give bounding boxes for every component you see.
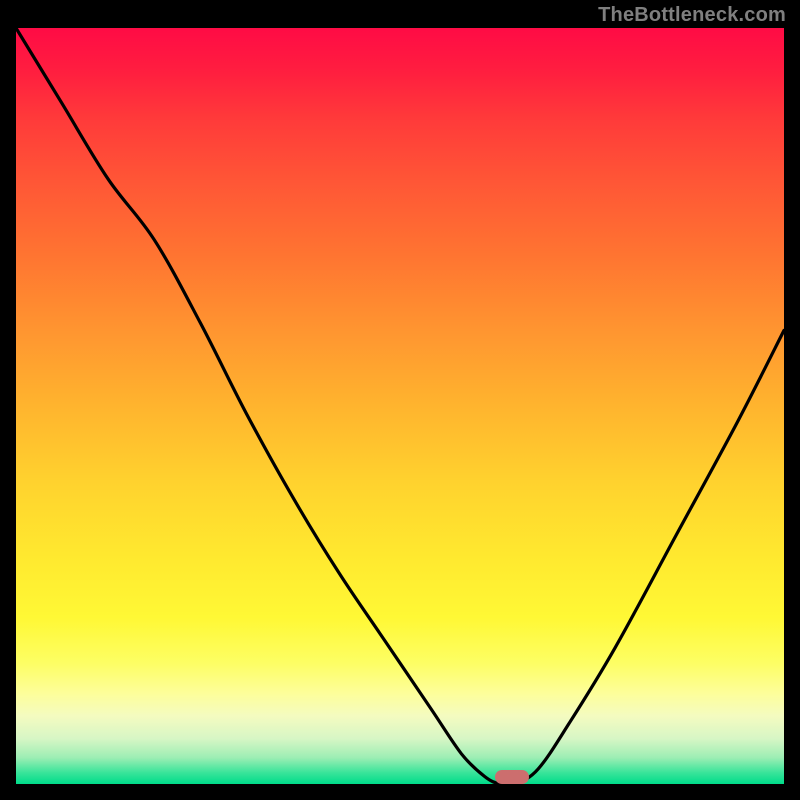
chart-frame: TheBottleneck.com [0, 0, 800, 800]
plot-area [16, 28, 784, 784]
attribution-text: TheBottleneck.com [598, 4, 786, 27]
optimal-marker [495, 770, 529, 784]
